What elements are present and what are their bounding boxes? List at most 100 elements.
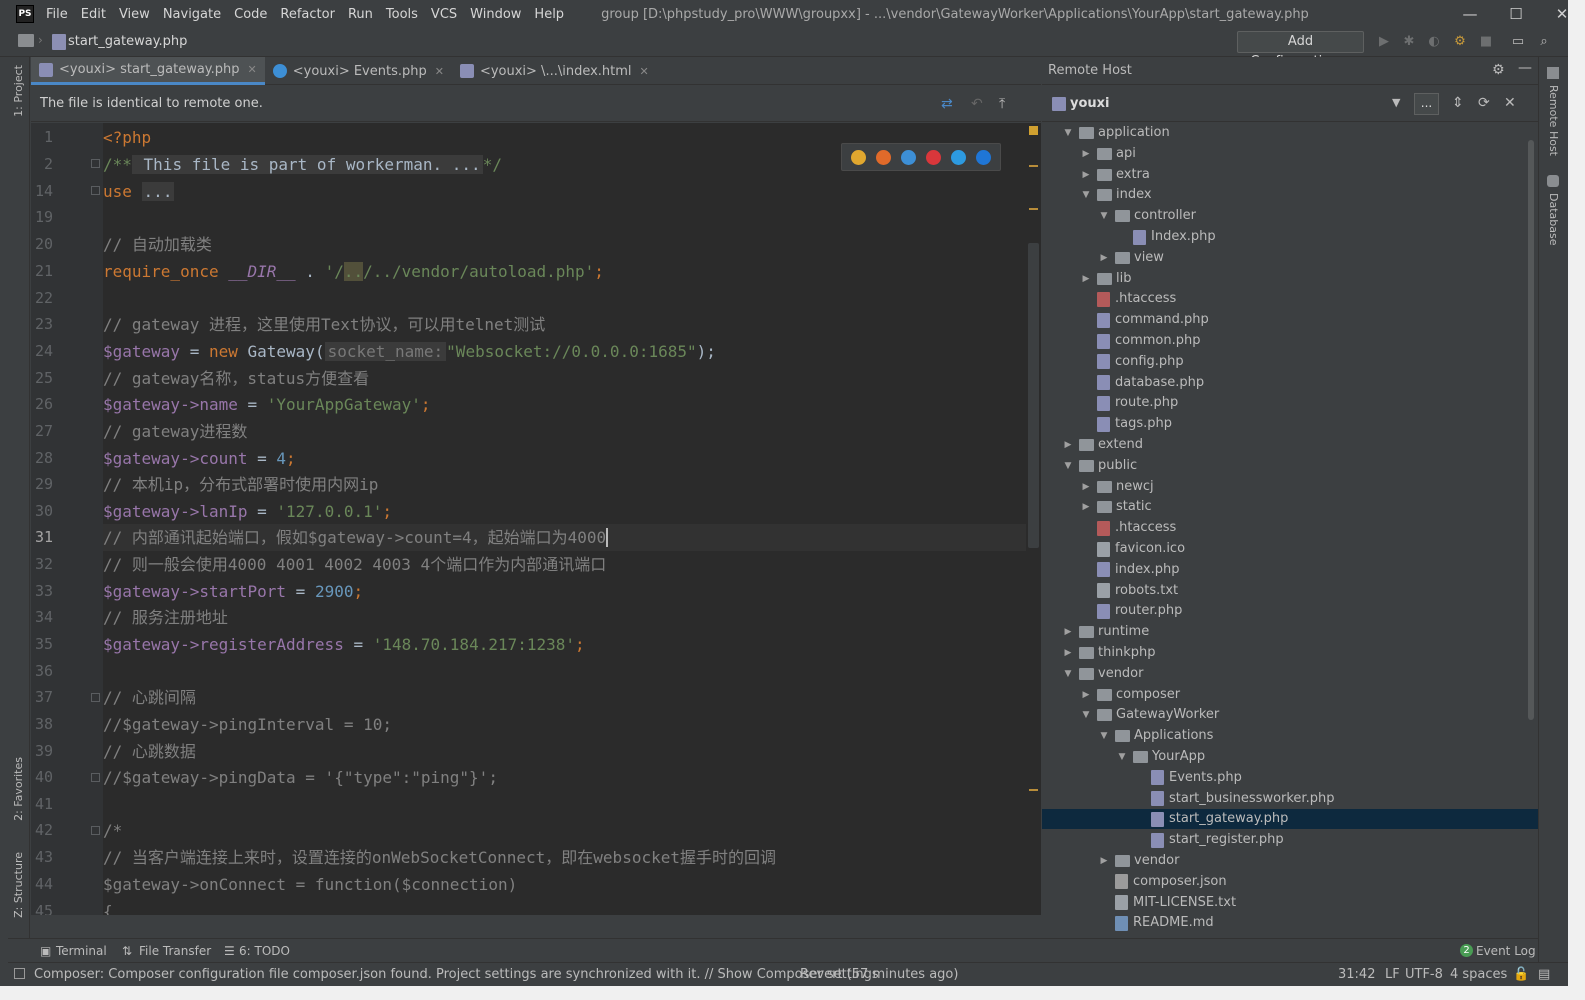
memory-indicator-icon[interactable]: ▤ [1538, 967, 1550, 982]
tab-start-gateway[interactable]: <youxi> start_gateway.php ✕ [31, 57, 265, 85]
tree-file[interactable]: README.md [1042, 913, 1538, 933]
refresh-icon[interactable]: ⟳ [1478, 95, 1490, 111]
warning-indicator-icon[interactable] [1029, 126, 1038, 135]
ie-icon[interactable] [951, 149, 966, 165]
remote-host-tool-tab[interactable]: Remote Host [1547, 85, 1560, 156]
tab-index-html[interactable]: <youxi> \...\index.html ✕ [452, 57, 657, 85]
expand-arrow-down-icon[interactable]: ▼ [1062, 123, 1074, 143]
structure-tool-tab[interactable]: Z: Structure [12, 852, 25, 918]
tree-folder[interactable]: ▶ newcj [1042, 477, 1538, 497]
caret-position[interactable]: 31:42 [1338, 967, 1375, 982]
fold-toggle-icon[interactable] [91, 693, 100, 702]
tree-folder[interactable]: ▼ Applications [1042, 726, 1538, 746]
run-icon[interactable]: ▶ [1376, 34, 1392, 50]
chrome-icon[interactable] [851, 149, 866, 165]
toggle-tool-windows-icon[interactable] [14, 968, 25, 979]
expand-arrow-down-icon[interactable]: ▼ [1116, 747, 1128, 767]
expand-arrow-right-icon[interactable]: ▶ [1080, 269, 1092, 289]
tree-folder[interactable]: ▶ extend [1042, 435, 1538, 455]
line-separator[interactable]: LF [1385, 967, 1400, 982]
tree-file[interactable]: index.php [1042, 560, 1538, 580]
fold-toggle-icon[interactable] [91, 186, 100, 195]
menu-refactor[interactable]: Refactor [280, 7, 335, 22]
opera-icon[interactable] [926, 149, 941, 165]
upload-icon[interactable]: ⤒ [999, 96, 1005, 112]
tree-file[interactable]: .htaccess [1042, 518, 1538, 538]
editor-scroll-thumb[interactable] [1028, 243, 1039, 548]
expand-arrow-right-icon[interactable]: ▶ [1098, 248, 1110, 268]
tree-folder[interactable]: ▼ public [1042, 456, 1538, 476]
tree-folder[interactable]: ▶ thinkphp [1042, 643, 1538, 663]
add-configuration-button[interactable]: Add Configuration... [1237, 31, 1364, 69]
breadcrumb-file[interactable]: start_gateway.php [68, 34, 187, 49]
tree-folder[interactable]: ▼ controller [1042, 206, 1538, 226]
tree-file[interactable]: composer.json [1042, 872, 1538, 892]
firefox-icon[interactable] [876, 149, 891, 165]
tree-folder[interactable]: ▶ api [1042, 144, 1538, 164]
todo-tab[interactable]: 6: TODO [239, 944, 290, 958]
tab-events[interactable]: <youxi> Events.php ✕ [265, 57, 452, 85]
event-log-tab[interactable]: Event Log [1476, 944, 1536, 958]
tree-file[interactable]: start_gateway.php [1042, 809, 1538, 830]
expand-arrow-right-icon[interactable]: ▶ [1080, 685, 1092, 705]
menu-window[interactable]: Window [470, 7, 521, 22]
expand-arrow-right-icon[interactable]: ▶ [1080, 165, 1092, 185]
menu-view[interactable]: View [119, 7, 150, 22]
revert-link[interactable]: Revert (57 minutes ago) [800, 967, 958, 982]
file-encoding[interactable]: UTF-8 [1405, 967, 1443, 982]
tree-folder[interactable]: ▼ GatewayWorker [1042, 705, 1538, 725]
menu-run[interactable]: Run [348, 7, 373, 22]
safari-icon[interactable] [901, 149, 916, 165]
tree-folder[interactable]: ▶ view [1042, 248, 1538, 268]
stop-icon[interactable]: ■ [1478, 34, 1494, 50]
tree-file[interactable]: route.php [1042, 393, 1538, 413]
tree-folder[interactable]: ▶ static [1042, 497, 1538, 517]
tree-file[interactable]: favicon.ico [1042, 539, 1538, 559]
tree-file[interactable]: config.php [1042, 352, 1538, 372]
tree-file[interactable]: Index.php [1042, 227, 1538, 247]
settings-gear-icon[interactable]: ⚙ [1492, 62, 1505, 78]
code-editor[interactable]: 1 2 14 19 20 21 22 23 24 25 26 27 28 29 … [31, 123, 1041, 915]
indent-setting[interactable]: 4 spaces [1450, 967, 1507, 982]
menu-edit[interactable]: Edit [81, 7, 106, 22]
fold-toggle-icon[interactable] [91, 773, 100, 782]
tree-folder[interactable]: ▼ YourApp [1042, 747, 1538, 767]
folded-region[interactable]: ... [141, 182, 175, 201]
expand-arrow-right-icon[interactable]: ▶ [1098, 851, 1110, 871]
close-tab-icon[interactable]: ✕ [435, 65, 444, 78]
expand-arrow-right-icon[interactable]: ▶ [1080, 497, 1092, 517]
minimize-button[interactable]: — [1447, 0, 1493, 28]
database-tool-tab[interactable]: Database [1547, 193, 1560, 246]
expand-arrow-down-icon[interactable]: ▼ [1080, 705, 1092, 725]
editor-error-stripe[interactable] [1026, 123, 1041, 915]
tree-folder[interactable]: ▶ runtime [1042, 622, 1538, 642]
debug-icon[interactable]: ✱ [1401, 34, 1417, 50]
tree-file[interactable]: start_businessworker.php [1042, 789, 1538, 809]
fold-toggle-icon[interactable] [91, 159, 100, 168]
warning-marker[interactable] [1029, 789, 1038, 791]
tree-file[interactable]: router.php [1042, 601, 1538, 621]
tree-file[interactable]: MIT-LICENSE.txt [1042, 893, 1538, 913]
expand-arrow-right-icon[interactable]: ▶ [1080, 477, 1092, 497]
lock-icon[interactable]: 🔓 [1513, 967, 1529, 982]
search-icon[interactable]: ⌕ [1536, 34, 1552, 50]
maximize-button[interactable]: ☐ [1493, 0, 1539, 28]
tree-folder[interactable]: ▶ extra [1042, 165, 1538, 185]
tree-file[interactable]: Events.php [1042, 768, 1538, 788]
coverage-icon[interactable]: ◐ [1426, 34, 1442, 50]
expand-arrow-down-icon[interactable]: ▼ [1080, 185, 1092, 205]
tree-folder[interactable]: ▶ lib [1042, 269, 1538, 289]
menu-code[interactable]: Code [234, 7, 267, 22]
expand-arrow-right-icon[interactable]: ▶ [1062, 435, 1074, 455]
expand-arrow-right-icon[interactable]: ▶ [1062, 643, 1074, 663]
expand-arrow-right-icon[interactable]: ▶ [1062, 622, 1074, 642]
favorites-tool-tab[interactable]: 2: Favorites [12, 757, 25, 821]
menu-help[interactable]: Help [534, 7, 564, 22]
tree-file[interactable]: tags.php [1042, 414, 1538, 434]
tree-file[interactable]: start_register.php [1042, 830, 1538, 850]
tree-folder[interactable]: ▼ application [1042, 123, 1538, 143]
project-structure-icon[interactable]: ▭ [1510, 34, 1526, 50]
close-tab-icon[interactable]: ✕ [248, 63, 257, 76]
tree-file[interactable]: command.php [1042, 310, 1538, 330]
tree-file[interactable]: robots.txt [1042, 581, 1538, 601]
